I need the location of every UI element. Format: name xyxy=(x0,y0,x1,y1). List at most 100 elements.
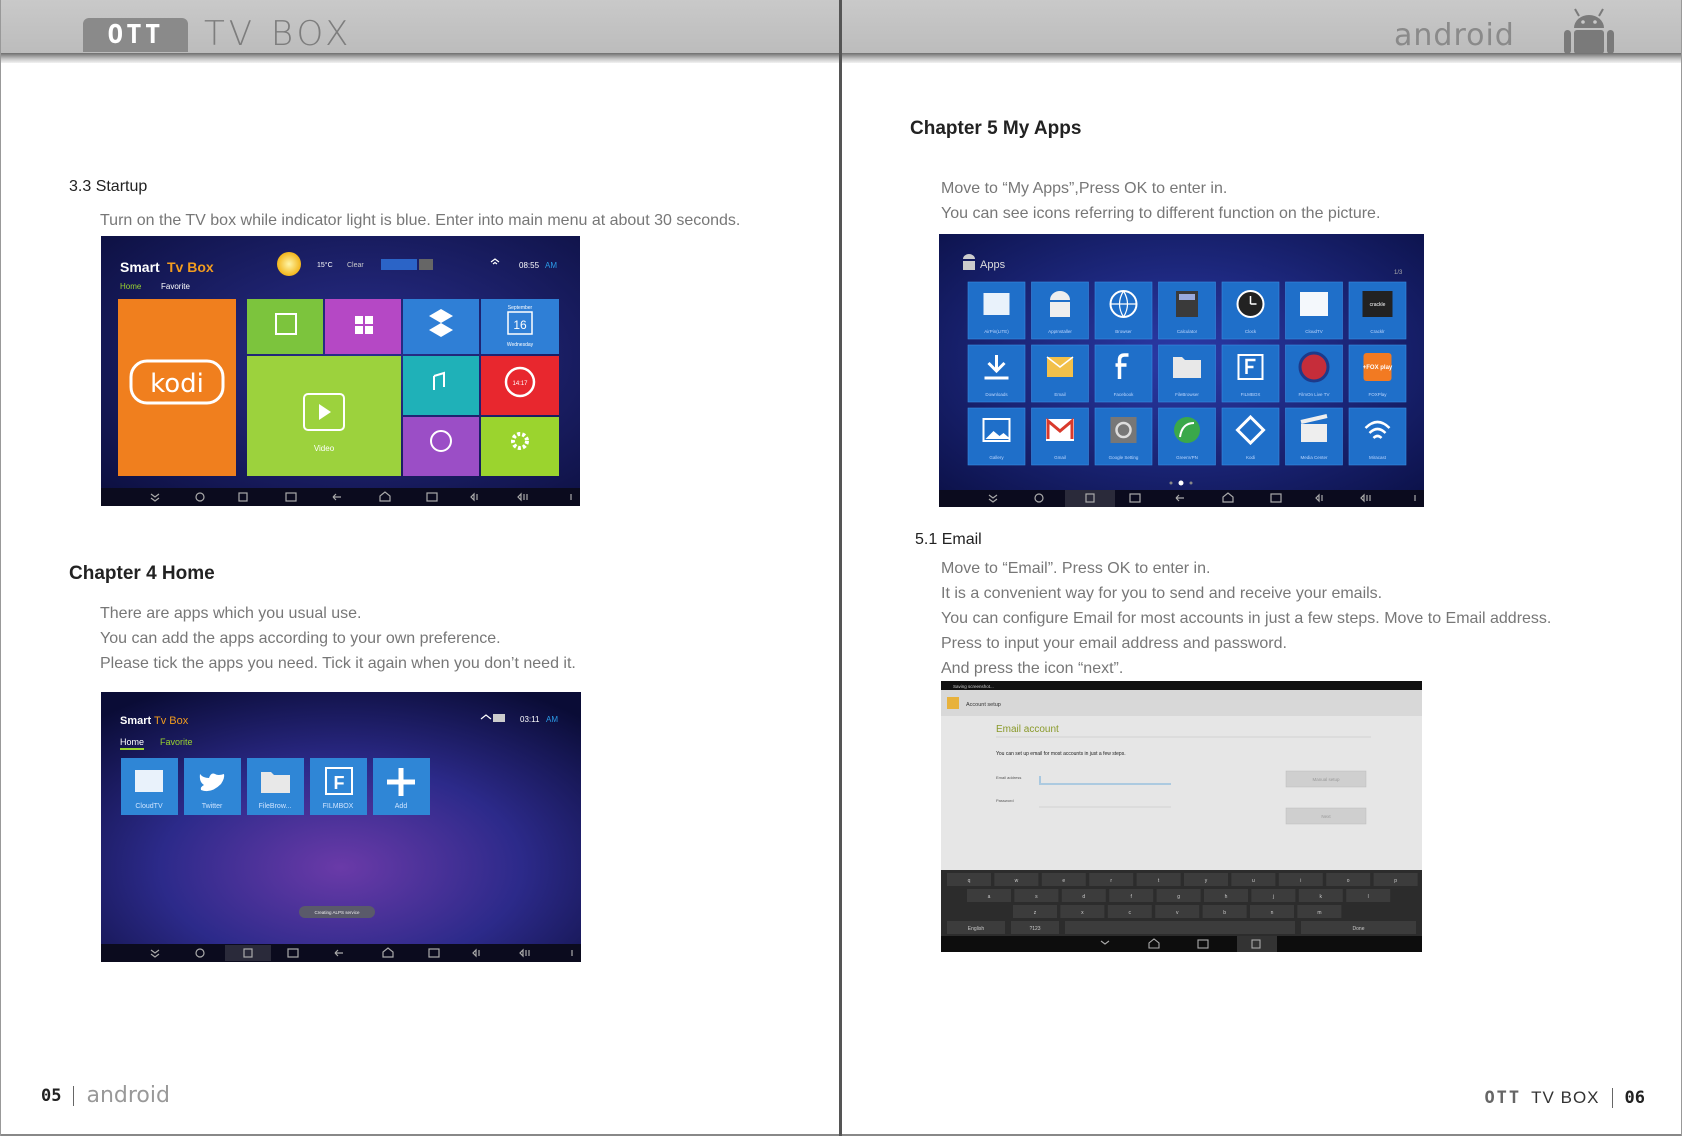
brand-tvbox: Tv Box xyxy=(167,259,214,275)
vpn-leaf-icon xyxy=(1174,417,1200,443)
keyboard-key[interactable]: m xyxy=(1297,905,1342,918)
text-line: Press to input your email address and pa… xyxy=(941,635,1287,652)
app-tile[interactable]: Miracast xyxy=(1348,407,1407,466)
keyboard-key[interactable]: e xyxy=(1041,873,1086,886)
calendar-month: September xyxy=(508,305,533,311)
pager-dot xyxy=(1169,481,1173,485)
tile-green-small[interactable] xyxy=(247,299,323,354)
app-tile-add[interactable]: Add xyxy=(373,758,430,815)
app-bar xyxy=(941,690,1422,716)
crackle-icon: crackle xyxy=(1362,291,1393,317)
keyboard-key[interactable]: q xyxy=(947,873,991,886)
cloud-icon xyxy=(1300,292,1328,316)
app-tile-twitter[interactable]: Twitter xyxy=(184,758,241,815)
keyboard-key[interactable]: r xyxy=(1089,873,1134,886)
chapter-5-heading: Chapter 5 My Apps xyxy=(910,118,1082,139)
app-tile-filebrowser[interactable]: FileBrow... xyxy=(247,758,304,815)
brand-smart: Smart xyxy=(120,715,152,727)
svg-text:a: a xyxy=(988,894,991,900)
navigation-bar xyxy=(941,936,1422,952)
keyboard-key[interactable]: b xyxy=(1202,905,1247,918)
app-tile[interactable]: Browser xyxy=(1094,281,1153,340)
startup-screenshot: Smart Tv Box Home Favorite 15°C Clear 08… xyxy=(101,236,580,506)
tile-browser[interactable] xyxy=(403,417,479,476)
keyboard-key[interactable]: w xyxy=(994,873,1039,886)
keyboard-key[interactable]: l xyxy=(1346,889,1391,902)
android-robot-icon xyxy=(1564,8,1614,54)
app-tile[interactable]: Clock xyxy=(1221,281,1280,340)
email-screenshot: Saving screenshot... Account setup Email… xyxy=(941,681,1422,952)
keyboard-key[interactable]: x xyxy=(1060,905,1105,918)
svg-text:u: u xyxy=(1252,878,1255,884)
svg-text:q: q xyxy=(968,878,971,884)
app-tile[interactable]: Downloads xyxy=(967,344,1026,403)
app-tile[interactable]: Google Setting xyxy=(1094,407,1153,466)
app-tile[interactable]: crackle Cracklr xyxy=(1348,281,1407,340)
app-tile[interactable]: Gmail xyxy=(1031,407,1089,466)
svg-text:i: i xyxy=(1300,878,1301,884)
nav-favorite[interactable]: Favorite xyxy=(160,737,193,747)
keyboard-key[interactable]: s xyxy=(1014,889,1059,902)
status-bar xyxy=(941,681,1422,690)
language-key[interactable]: English xyxy=(947,921,1005,934)
svg-text:d: d xyxy=(1082,894,1085,900)
keyboard-key[interactable]: d xyxy=(1061,889,1106,902)
weather-tab xyxy=(381,259,417,270)
svg-text:b: b xyxy=(1223,910,1226,916)
clock-time: 08:55 xyxy=(519,261,540,270)
app-tile[interactable]: GreenVPN xyxy=(1158,407,1216,466)
app-tile[interactable]: Kodi xyxy=(1221,407,1280,466)
app-tile[interactable]: FILMBOX xyxy=(1221,344,1280,403)
app-tile[interactable]: AppInstaller xyxy=(1031,281,1089,340)
nav-home[interactable]: Home xyxy=(120,737,144,747)
keyboard-key[interactable]: y xyxy=(1184,873,1228,886)
done-key[interactable]: Done xyxy=(1301,921,1416,934)
keyboard-key[interactable]: u xyxy=(1231,873,1276,886)
symbols-key[interactable]: ?123 xyxy=(1011,921,1059,934)
tile-music[interactable] xyxy=(403,356,479,415)
keyboard-key[interactable]: o xyxy=(1326,873,1371,886)
keyboard-key[interactable]: t xyxy=(1136,873,1181,886)
app-tile[interactable]: FileBrowser xyxy=(1158,344,1216,403)
app-tile[interactable]: Calculator xyxy=(1158,281,1216,340)
keyboard-key[interactable]: h xyxy=(1204,889,1248,902)
keyboard-key[interactable]: k xyxy=(1298,889,1343,902)
keyboard-key[interactable]: a xyxy=(967,889,1011,902)
nav-home[interactable]: Home xyxy=(120,282,142,291)
gmail-icon xyxy=(1046,417,1074,441)
keyboard-key[interactable]: c xyxy=(1107,905,1152,918)
app-tile[interactable]: FilmOn Live TV xyxy=(1285,344,1343,403)
pager-dot xyxy=(1189,481,1193,485)
nav-favorite[interactable]: Favorite xyxy=(161,282,190,291)
app-label: FileBrowser xyxy=(1175,392,1199,397)
app-label: FilmOn Live TV xyxy=(1299,392,1330,397)
app-tile[interactable]: Facebook xyxy=(1094,344,1153,403)
app-tile[interactable]: +FOX play FOXPlay xyxy=(1348,344,1407,403)
keyboard-key[interactable]: z xyxy=(1013,905,1057,918)
text-line: You can see icons referring to different… xyxy=(941,205,1381,222)
android-word: android xyxy=(1394,18,1515,53)
app-tile-filmbox[interactable]: F FILMBOX xyxy=(310,758,367,815)
text-line: It is a convenient way for you to send a… xyxy=(941,585,1383,602)
keyboard-key[interactable]: p xyxy=(1373,873,1418,886)
app-tile[interactable]: CloudTV xyxy=(1285,281,1343,340)
app-tile[interactable]: Media Center xyxy=(1285,407,1343,466)
app-tile[interactable]: AirPin(LITE) xyxy=(967,281,1026,340)
keyboard-key[interactable]: j xyxy=(1251,889,1296,902)
clean-clock-time: 14:17 xyxy=(512,381,528,387)
svg-text:Done: Done xyxy=(1353,926,1365,932)
app-tile[interactable]: Gallery xyxy=(967,407,1026,466)
app-tile[interactable]: Email xyxy=(1031,344,1089,403)
keyboard-key[interactable]: g xyxy=(1156,889,1201,902)
temperature: 15°C xyxy=(317,261,333,269)
email-icon xyxy=(1046,356,1074,377)
keyboard-key[interactable]: i xyxy=(1278,873,1323,886)
keyboard-key[interactable]: f xyxy=(1109,889,1154,902)
filmon-icon xyxy=(1298,351,1330,383)
email-app-icon xyxy=(947,697,959,709)
app-tile-cloudtv[interactable]: CloudTV xyxy=(121,758,178,815)
space-key[interactable] xyxy=(1065,921,1295,934)
appbar-title: Account setup xyxy=(966,702,1001,708)
keyboard-key[interactable]: v xyxy=(1155,905,1200,918)
keyboard-key[interactable]: n xyxy=(1250,905,1294,918)
